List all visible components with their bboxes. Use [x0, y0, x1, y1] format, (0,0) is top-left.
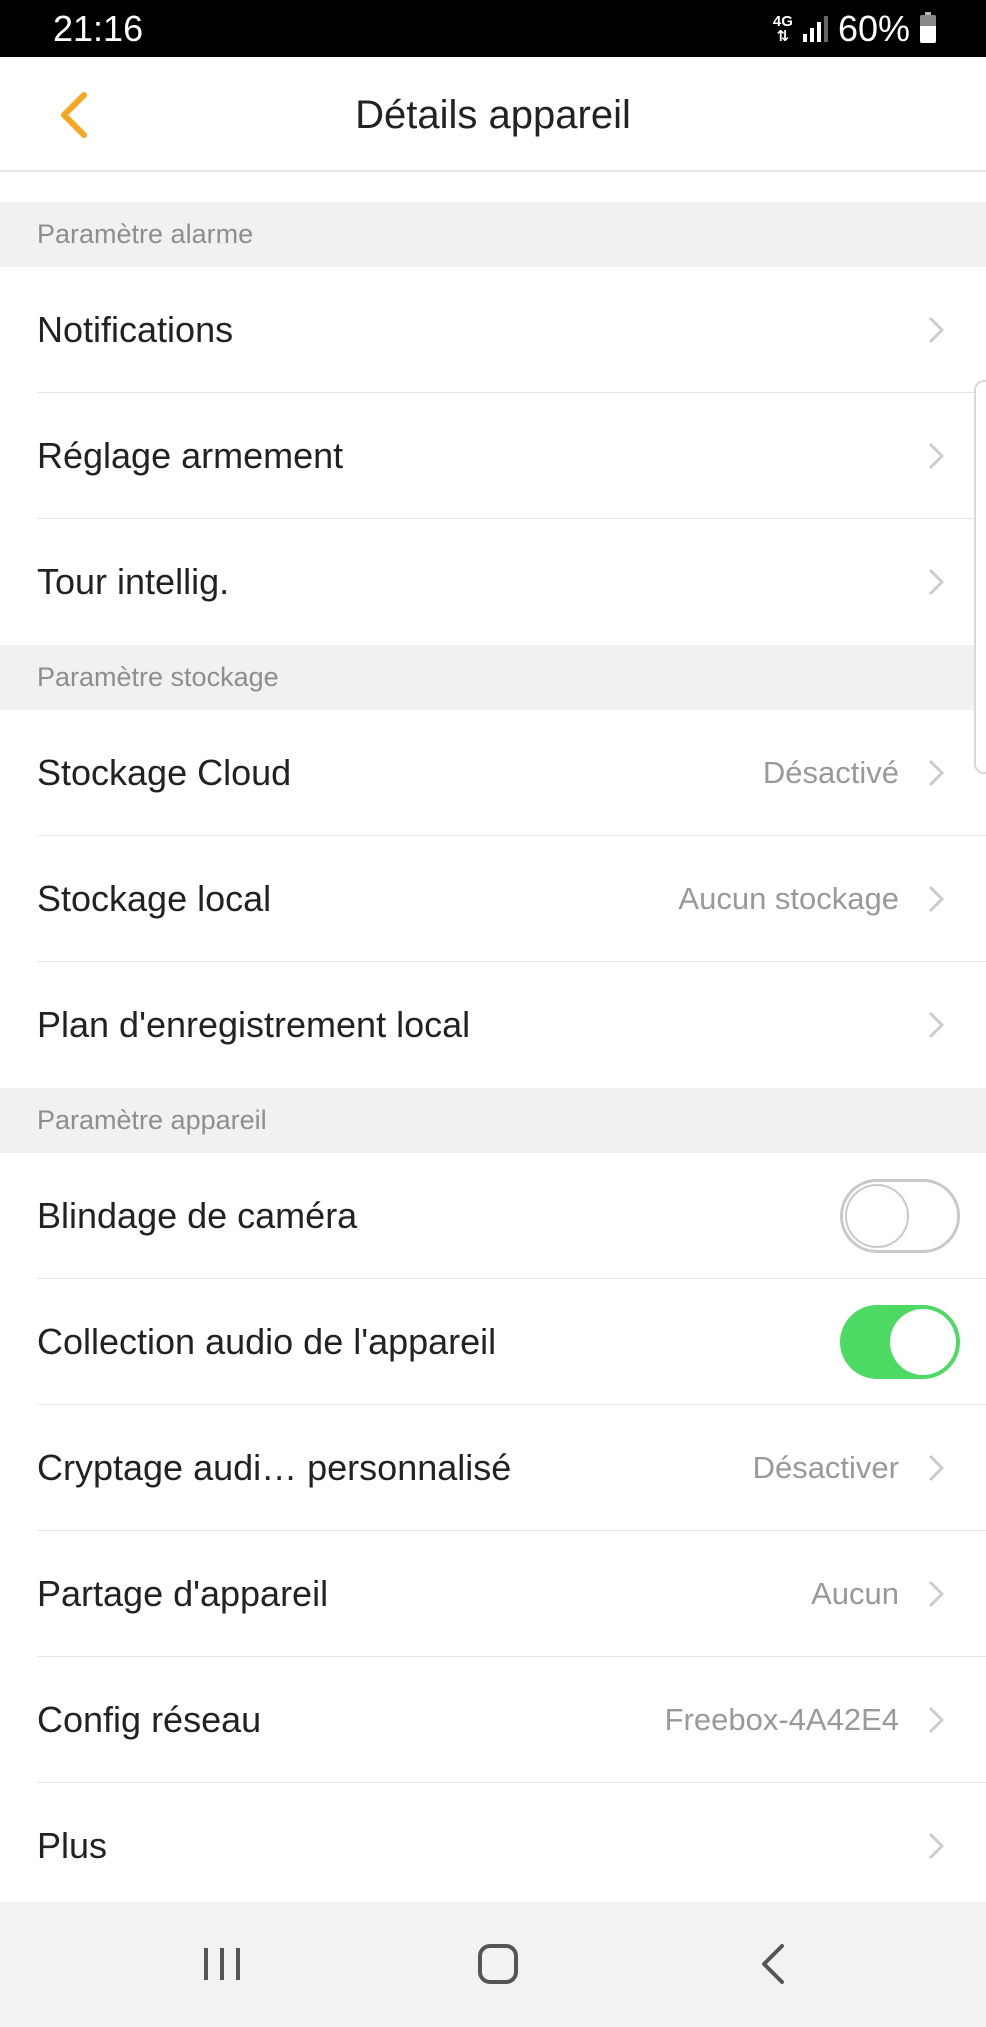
row-label: Plus	[37, 1825, 108, 1866]
row-notifications[interactable]: Notifications	[0, 267, 986, 393]
row-label: Notifications	[37, 309, 234, 350]
camera-shield-toggle[interactable]	[840, 1179, 960, 1253]
header-spacer	[0, 172, 986, 202]
row-value: Désactiver	[752, 1450, 899, 1485]
settings-list: Paramètre alarme Notifications Réglage a…	[0, 202, 986, 1909]
row-local-recording-plan[interactable]: Plan d'enregistrement local	[0, 962, 986, 1088]
status-bar: 21:16 4G ⇅ 60%	[0, 0, 986, 57]
row-value: Freebox-4A42E4	[664, 1702, 899, 1737]
row-smart-tour[interactable]: Tour intellig.	[0, 519, 986, 645]
back-icon	[762, 1944, 784, 1984]
status-time: 21:16	[53, 8, 144, 49]
chevron-right-icon	[928, 1011, 945, 1039]
chevron-right-icon	[928, 1832, 945, 1860]
row-cloud-storage[interactable]: Stockage Cloud Désactivé	[0, 710, 986, 836]
chevron-right-icon	[928, 568, 945, 596]
audio-collection-toggle[interactable]	[840, 1305, 960, 1379]
signal-icon	[802, 16, 828, 42]
row-value: Aucun	[811, 1576, 899, 1611]
system-nav-bar	[0, 1902, 986, 2027]
chevron-right-icon	[928, 759, 945, 787]
chevron-right-icon	[928, 316, 945, 344]
row-label: Blindage de caméra	[37, 1195, 358, 1236]
home-icon	[478, 1944, 518, 1984]
row-value: Aucun stockage	[678, 881, 899, 916]
system-back-button[interactable]	[734, 1932, 814, 1996]
row-value: Désactivé	[762, 755, 899, 790]
chevron-right-icon	[928, 442, 945, 470]
row-local-storage[interactable]: Stockage local Aucun stockage	[0, 836, 986, 962]
toggle-knob	[890, 1309, 956, 1375]
network-type: 4G ⇅	[772, 13, 793, 45]
recent-apps-icon	[204, 1948, 240, 1980]
section-header-storage: Paramètre stockage	[0, 645, 986, 710]
row-label: Stockage Cloud	[37, 752, 292, 793]
row-audio-collection: Collection audio de l'appareil	[0, 1279, 986, 1405]
row-device-sharing[interactable]: Partage d'appareil Aucun	[0, 1531, 986, 1657]
edge-panel-handle[interactable]	[974, 380, 986, 774]
toggle-knob	[845, 1184, 909, 1248]
row-label: Tour intellig.	[37, 561, 230, 602]
chevron-right-icon	[928, 1706, 945, 1734]
row-arming-settings[interactable]: Réglage armement	[0, 393, 986, 519]
row-label: Collection audio de l'appareil	[37, 1321, 497, 1362]
row-label: Cryptage audi… personnalisé	[37, 1447, 512, 1488]
chevron-right-icon	[928, 1580, 945, 1608]
row-label: Partage d'appareil	[37, 1573, 329, 1614]
row-label: Stockage local	[37, 878, 272, 919]
chevron-right-icon	[928, 885, 945, 913]
status-icons: 4G ⇅ 60%	[773, 8, 936, 50]
chevron-right-icon	[928, 1454, 945, 1482]
row-label: Réglage armement	[37, 435, 344, 476]
row-more[interactable]: Plus	[0, 1783, 986, 1909]
row-network-config[interactable]: Config réseau Freebox-4A42E4	[0, 1657, 986, 1783]
row-audio-encryption[interactable]: Cryptage audi… personnalisé Désactiver	[0, 1405, 986, 1531]
battery-percentage: 60%	[837, 8, 910, 49]
battery-icon	[920, 12, 936, 43]
section-header-alarm: Paramètre alarme	[0, 202, 986, 267]
row-camera-shield: Blindage de caméra	[0, 1153, 986, 1279]
page-title: Détails appareil	[355, 93, 631, 137]
section-header-device: Paramètre appareil	[0, 1088, 986, 1153]
row-label: Config réseau	[37, 1699, 262, 1740]
data-arrows-icon: ⇅	[776, 28, 790, 45]
row-label: Plan d'enregistrement local	[37, 1004, 471, 1045]
home-button[interactable]	[458, 1932, 538, 1996]
recent-apps-button[interactable]	[182, 1932, 262, 1996]
app-header: Détails appareil	[0, 57, 986, 172]
